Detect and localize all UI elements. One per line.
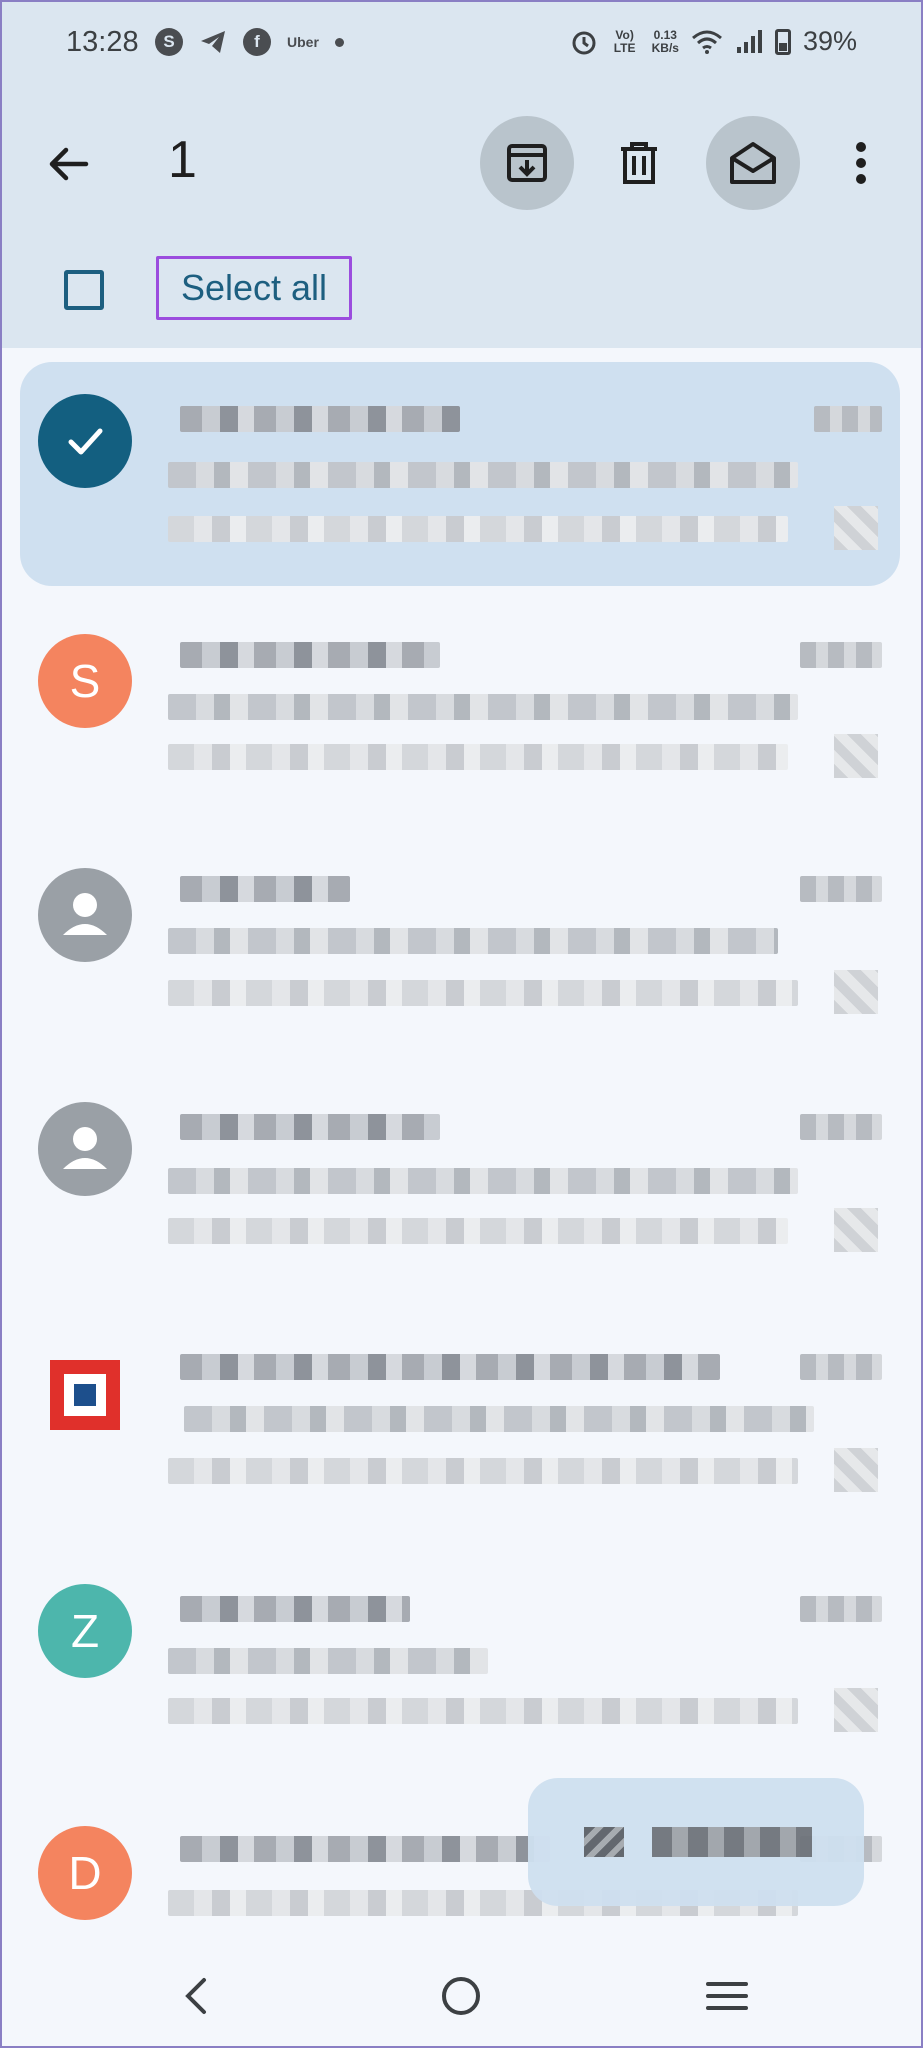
star-icon[interactable]	[834, 506, 878, 550]
email-row[interactable]: Z	[0, 1528, 923, 1764]
nav-home-button[interactable]	[426, 1966, 496, 2026]
email-sender-redacted	[180, 1354, 720, 1380]
selected-count: 1	[168, 131, 197, 189]
more-options-button[interactable]	[814, 116, 908, 210]
system-navigation-bar	[0, 1948, 923, 2048]
signal-icon	[736, 29, 762, 53]
email-snippet-redacted	[168, 1458, 798, 1484]
compose-button[interactable]	[528, 1778, 864, 1906]
star-icon[interactable]	[834, 970, 878, 1014]
sender-avatar[interactable]: S	[38, 634, 132, 728]
bank-logo-avatar[interactable]	[50, 1360, 120, 1430]
email-date-redacted	[800, 876, 882, 902]
email-sender-redacted	[180, 1836, 550, 1862]
email-subject-redacted	[168, 1168, 798, 1194]
email-row[interactable]	[0, 1294, 923, 1530]
facebook-icon: f	[243, 28, 271, 56]
email-sender-redacted	[180, 876, 350, 902]
select-all-button[interactable]: Select all	[156, 256, 352, 320]
alarm-icon	[572, 31, 596, 54]
nav-recents-button[interactable]	[692, 1966, 762, 2026]
volte-indicator: Vo) LTE	[613, 27, 636, 55]
email-subject-redacted	[184, 1406, 814, 1432]
email-sender-redacted	[180, 1114, 440, 1140]
email-snippet-redacted	[168, 516, 788, 542]
email-date-redacted	[800, 642, 882, 668]
network-speed-value: 0.13	[653, 27, 677, 42]
uber-icon: Uber	[287, 34, 319, 50]
status-time: 13:28	[66, 26, 139, 58]
person-icon	[63, 1127, 107, 1169]
more-vert-icon	[856, 142, 866, 184]
check-icon	[68, 428, 103, 455]
archive-button[interactable]	[480, 116, 574, 210]
back-arrow-icon	[49, 147, 89, 181]
email-row[interactable]: S	[0, 586, 923, 822]
archive-icon	[507, 144, 547, 182]
email-snippet-redacted	[168, 1218, 788, 1244]
email-date-redacted	[800, 1596, 882, 1622]
battery-percent: 39%	[802, 26, 857, 56]
email-sender-redacted	[180, 642, 440, 668]
more-notifications-dot	[334, 37, 344, 47]
wifi-icon	[691, 30, 722, 54]
status-bar: 13:28 S f Uber Vo) LTE 0.13 KB/s 39%	[0, 0, 923, 92]
nav-back-icon	[185, 1978, 206, 2014]
email-date-redacted	[800, 1114, 882, 1140]
email-sender-redacted	[180, 406, 460, 432]
delete-icon	[621, 142, 657, 184]
telegram-icon	[201, 31, 225, 53]
compose-label-redacted	[652, 1827, 812, 1857]
select-all-checkbox[interactable]	[64, 270, 104, 310]
default-person-avatar[interactable]	[38, 868, 132, 962]
sender-avatar[interactable]: D	[38, 1826, 132, 1920]
mark-read-icon	[730, 142, 776, 184]
email-date-redacted	[800, 1354, 882, 1380]
email-subject-redacted	[168, 928, 778, 954]
star-icon[interactable]	[834, 734, 878, 778]
sender-avatar[interactable]: Z	[38, 1584, 132, 1678]
compose-pencil-icon	[584, 1827, 624, 1857]
network-speed-unit: KB/s	[651, 40, 679, 55]
person-icon	[63, 893, 107, 935]
star-icon[interactable]	[834, 1208, 878, 1252]
email-sender-redacted	[180, 1596, 410, 1622]
mark-read-button[interactable]	[706, 116, 800, 210]
email-subject-redacted	[168, 462, 798, 488]
email-row-selected[interactable]	[0, 348, 923, 586]
skype-icon: S	[155, 28, 183, 56]
delete-button[interactable]	[592, 116, 686, 210]
email-snippet-redacted	[168, 980, 798, 1006]
nav-back-button[interactable]	[160, 1966, 230, 2026]
system-icons: Vo) LTE 0.13 KB/s 39%	[570, 26, 857, 57]
nav-recents-icon	[706, 1982, 748, 2010]
star-icon[interactable]	[834, 1688, 878, 1732]
battery-icon	[774, 28, 791, 55]
selection-app-bar: 1 Select all	[0, 92, 923, 348]
network-speed: 0.13 KB/s	[651, 27, 679, 55]
default-person-avatar[interactable]	[38, 1102, 132, 1196]
email-subject-redacted	[168, 1648, 488, 1674]
selected-check-avatar[interactable]	[38, 394, 132, 488]
back-button[interactable]	[38, 134, 98, 194]
email-snippet-redacted	[168, 744, 788, 770]
nav-home-icon	[442, 1977, 480, 2015]
email-snippet-redacted	[168, 1698, 798, 1724]
email-date-redacted	[814, 406, 882, 432]
email-row[interactable]	[0, 820, 923, 1056]
email-row[interactable]	[0, 1056, 923, 1292]
email-subject-redacted	[168, 694, 798, 720]
star-icon[interactable]	[834, 1448, 878, 1492]
select-all-label: Select all	[180, 267, 328, 308]
notification-icons: S f Uber	[155, 28, 344, 56]
